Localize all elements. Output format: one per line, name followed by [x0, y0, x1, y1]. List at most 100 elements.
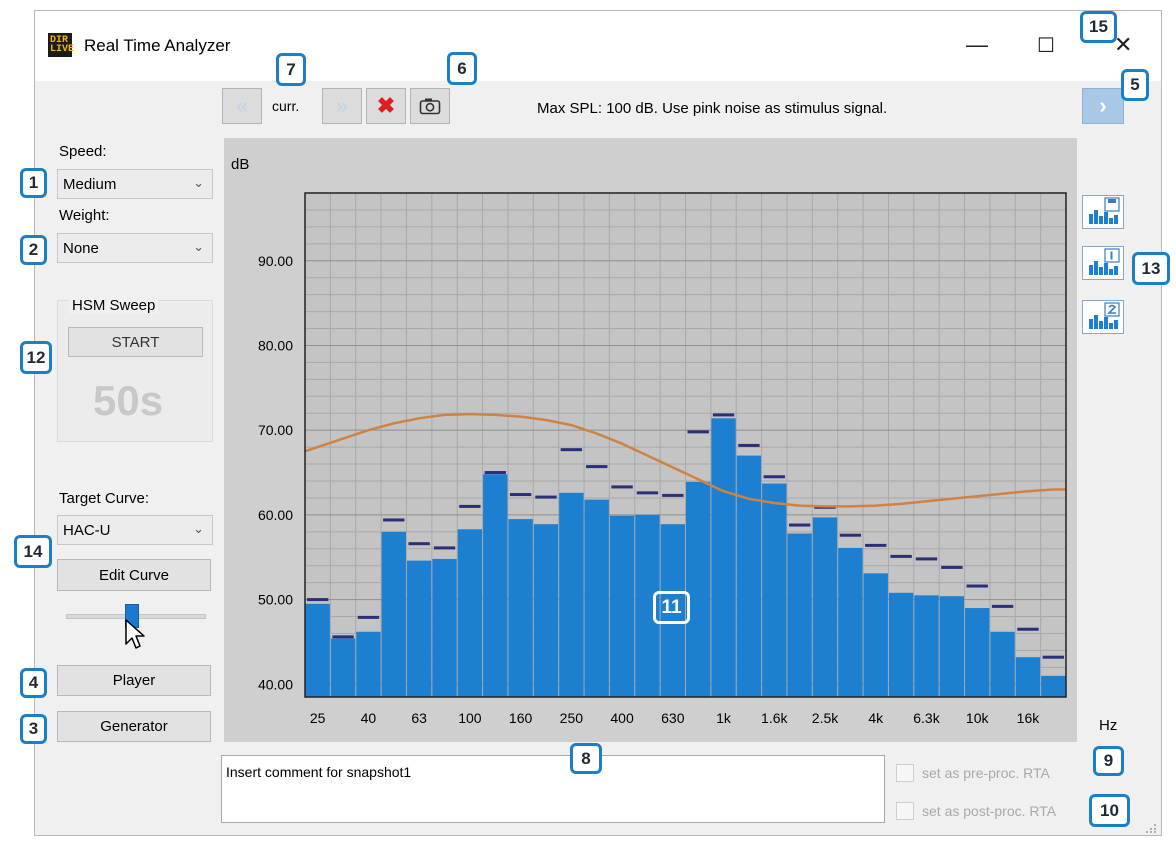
callout-8: 8 — [570, 743, 602, 774]
x-tick-label: 1k — [716, 710, 732, 726]
callout-11: 11 — [653, 591, 690, 624]
rta-peak-marker — [1042, 655, 1064, 659]
snapshot-comment-input[interactable]: Insert comment for snapshot1 — [221, 755, 885, 823]
post-proc-label: set as post-proc. RTA — [922, 803, 1057, 819]
callout-14: 14 — [14, 535, 52, 568]
x-tick-label: 16k — [1017, 710, 1041, 726]
load-rta-1-button[interactable] — [1082, 246, 1124, 280]
x-tick-label: 6.3k — [913, 710, 940, 726]
rta-peak-marker — [560, 448, 583, 452]
x-tick-label: 40 — [361, 710, 377, 726]
rta-peak-marker — [941, 565, 963, 569]
rta-peak-marker — [966, 584, 988, 588]
rta-bar — [787, 533, 812, 697]
callout-7: 7 — [276, 53, 306, 86]
rta-bar — [457, 529, 483, 697]
x-tick-label: 1.6k — [761, 710, 788, 726]
rta-bar — [305, 603, 330, 697]
rta-bar — [1015, 657, 1041, 697]
x-tick-label: 10k — [966, 710, 990, 726]
rta-bar — [762, 483, 787, 697]
rta-bar — [508, 519, 533, 697]
callout-6: 6 — [447, 52, 477, 85]
rta-chart[interactable]: 40.0050.0060.0070.0080.0090.00 25 40 63 100… — [0, 0, 1176, 846]
x-tick-label: 100 — [458, 710, 482, 726]
rta-bar — [483, 474, 508, 697]
rta-bar — [432, 558, 457, 697]
rta-bar — [533, 524, 559, 697]
y-unit-label: dB — [231, 156, 249, 173]
callout-9: 9 — [1093, 746, 1124, 776]
rta-peak-marker — [1017, 627, 1039, 631]
rta-peak-marker — [484, 471, 506, 475]
callout-15: 15 — [1080, 11, 1117, 43]
rta-bar — [381, 531, 406, 697]
y-tick-label: 60.00 — [258, 507, 293, 523]
rta-bar — [863, 573, 888, 697]
y-tick-label: 90.00 — [258, 253, 293, 269]
rta-peak-marker — [712, 413, 735, 417]
rta-bar — [330, 638, 356, 697]
rta-peak-marker — [839, 533, 862, 537]
rta-peak-marker — [433, 546, 456, 550]
x-tick-label: 2.5k — [812, 710, 839, 726]
rta-bar — [965, 608, 990, 697]
y-tick-label: 80.00 — [258, 337, 293, 353]
callout-10: 10 — [1089, 794, 1130, 827]
rta-peak-marker — [611, 485, 633, 489]
x-tick-label: 400 — [610, 710, 634, 726]
load-rta-2-button[interactable] — [1082, 300, 1124, 334]
rta-peak-marker — [535, 495, 557, 499]
rta-peak-marker — [788, 523, 811, 527]
resize-grip-icon[interactable] — [1145, 823, 1157, 833]
rta-bar — [406, 560, 432, 697]
pre-proc-label: set as pre-proc. RTA — [922, 765, 1050, 781]
y-tick-label: 70.00 — [258, 422, 293, 438]
x-tick-label: 25 — [310, 710, 326, 726]
callout-4: 4 — [20, 668, 47, 698]
callout-2: 2 — [20, 235, 47, 265]
rta-bar — [584, 499, 609, 697]
callout-12: 12 — [20, 341, 52, 374]
rta-bar — [356, 631, 381, 697]
rta-peak-marker — [383, 518, 405, 522]
rta-peak-marker — [915, 557, 938, 561]
rta-bar — [838, 547, 863, 697]
x-tick-label: 630 — [661, 710, 685, 726]
rta-bar — [711, 418, 736, 697]
rta-bar — [888, 592, 914, 697]
callout-5: 5 — [1121, 69, 1149, 101]
post-proc-checkbox[interactable] — [896, 802, 914, 820]
rta-peak-marker — [307, 598, 329, 602]
rta-bar — [914, 595, 939, 697]
rta-bar — [736, 455, 762, 697]
y-tick-label: 50.00 — [258, 592, 293, 608]
rta-bar — [559, 492, 584, 697]
y-tick-labels: 40.00 50.00 60.00 70.00 80.00 90.00 — [258, 253, 293, 693]
chart-slot-2-icon — [1089, 302, 1120, 329]
rta-peak-marker — [636, 491, 659, 495]
x-unit-label: Hz — [1099, 717, 1117, 734]
rta-peak-marker — [991, 604, 1014, 608]
rta-peak-marker — [459, 504, 481, 508]
save-rta-button[interactable] — [1082, 195, 1124, 229]
rta-peak-marker — [662, 493, 684, 497]
x-tick-label: 4k — [868, 710, 884, 726]
callout-13: 13 — [1132, 252, 1170, 285]
rta-bar — [686, 481, 711, 697]
rta-bar — [812, 517, 838, 697]
rta-bar — [609, 515, 635, 697]
callout-1: 1 — [20, 168, 47, 198]
pre-proc-checkbox[interactable] — [896, 764, 914, 782]
x-tick-label: 160 — [509, 710, 533, 726]
rta-bar — [1041, 675, 1066, 697]
rta-peak-marker — [865, 543, 887, 547]
rta-peak-marker — [763, 475, 785, 479]
y-tick-label: 40.00 — [258, 676, 293, 692]
rta-bar — [990, 631, 1015, 697]
rta-peak-marker — [509, 493, 532, 497]
x-tick-label: 63 — [411, 710, 427, 726]
x-tick-labels: 25 40 63 100 160 250 400 630 1k 1.6k 2.5k 4k 6.3k 10k… — [310, 710, 1040, 726]
save-chart-icon — [1089, 197, 1120, 224]
rta-peak-marker — [738, 443, 760, 447]
